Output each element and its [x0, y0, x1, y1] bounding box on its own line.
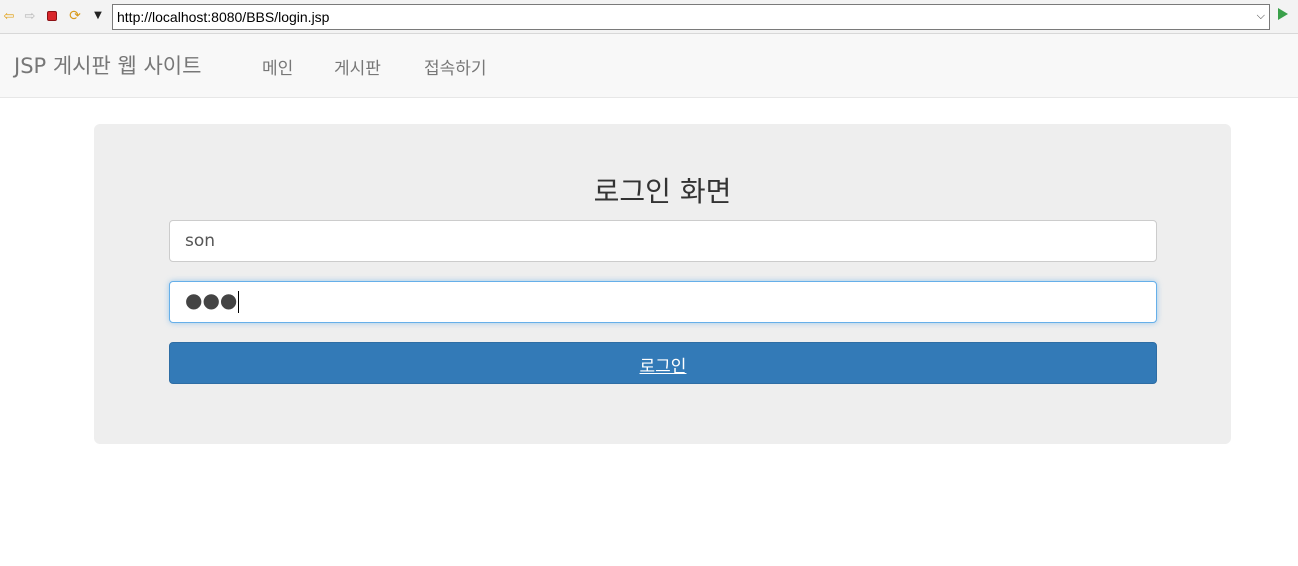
login-title: 로그인 화면 — [593, 175, 732, 208]
login-button[interactable]: 로그인 — [169, 342, 1157, 384]
text-caret — [238, 290, 240, 313]
navbar-brand[interactable]: JSP 게시판 웹 사이트 — [14, 50, 201, 80]
menu-chevron-icon[interactable]: ▼ — [89, 7, 107, 25]
login-button-label: 로그인 — [639, 357, 687, 377]
url-dropdown-icon[interactable]: ⌵ — [1257, 9, 1265, 23]
login-panel: 로그인 화면 son ●●● 로그인 — [94, 124, 1231, 444]
back-arrow-icon[interactable]: ⇦ — [0, 7, 18, 25]
go-icon[interactable] — [1278, 8, 1288, 20]
url-bar[interactable]: http://localhost:8080/BBS/login.jsp ⌵ — [112, 4, 1270, 30]
user-id-input[interactable]: son — [169, 220, 1157, 262]
navbar: JSP 게시판 웹 사이트 메인 게시판 접속하기 — [0, 34, 1298, 98]
password-input[interactable]: ●●● — [169, 281, 1157, 323]
url-text: http://localhost:8080/BBS/login.jsp — [117, 9, 330, 25]
user-id-value: son — [185, 231, 216, 251]
forward-arrow-icon[interactable]: ⇨ — [21, 7, 39, 25]
nav-item-connect-dropdown[interactable]: 접속하기 — [424, 54, 487, 79]
password-mask: ●●● — [185, 288, 240, 313]
nav-item-main[interactable]: 메인 — [262, 54, 293, 79]
nav-item-board[interactable]: 게시판 — [334, 54, 381, 79]
browser-toolbar: ⇦ ⇨ ⟳ ▼ http://localhost:8080/BBS/login.… — [0, 0, 1298, 34]
stop-icon[interactable] — [43, 7, 61, 25]
refresh-icon[interactable]: ⟳ — [66, 7, 84, 25]
